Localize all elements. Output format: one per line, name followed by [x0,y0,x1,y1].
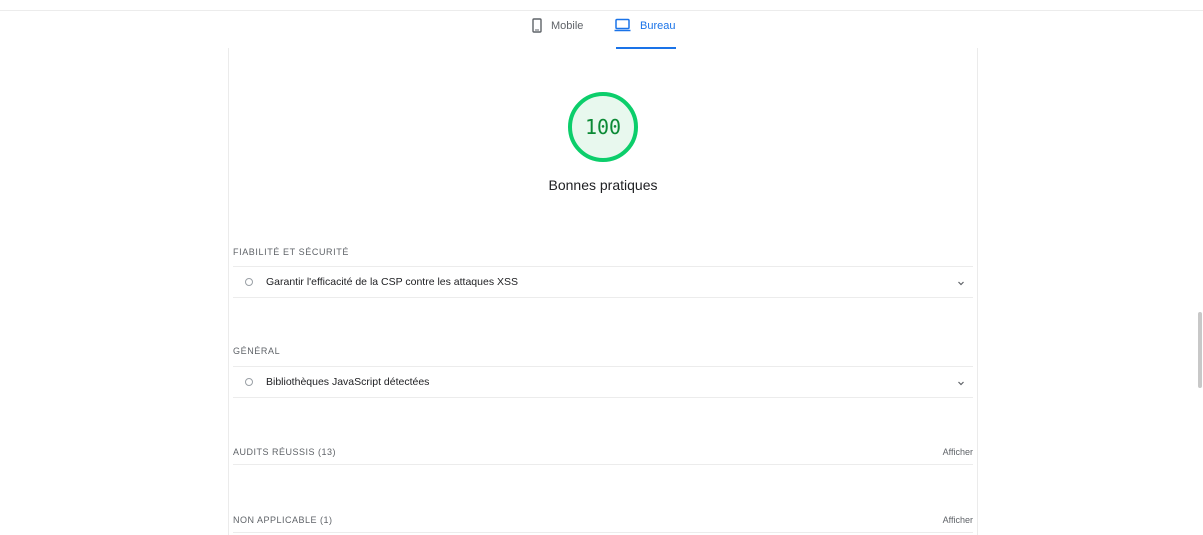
section-not-applicable: NON APPLICABLE (1) Afficher [233,513,973,533]
audit-status-icon [245,378,253,386]
audit-row-csp[interactable]: Garantir l'efficacité de la CSP contre l… [233,266,973,298]
tab-mobile[interactable]: Mobile [532,18,583,52]
top-divider [0,10,1203,11]
report-card: 100 Bonnes pratiques FIABILITÉ ET SÉCURI… [228,48,978,535]
score-value: 100 [584,115,622,139]
audit-row-js-libraries[interactable]: Bibliothèques JavaScript détectées [233,366,973,398]
show-passed-audits-link[interactable]: Afficher [943,447,973,457]
device-tabs: Mobile Bureau [0,18,1203,52]
smartphone-icon [532,18,542,36]
tab-desktop-label: Bureau [640,20,676,32]
chevron-down-icon[interactable] [955,276,967,288]
audit-label: Bibliothèques JavaScript détectées [266,376,430,388]
score-gauge: 100 [566,90,640,164]
audit-status-icon [245,278,253,286]
laptop-icon [614,18,631,35]
section-label: AUDITS RÉUSSIS (13) [233,447,337,457]
scrollbar-thumb[interactable] [1198,312,1202,388]
score-title: Bonnes pratiques [548,177,658,193]
audit-label: Garantir l'efficacité de la CSP contre l… [266,276,518,288]
show-not-applicable-link[interactable]: Afficher [943,515,973,525]
tab-mobile-label: Mobile [551,20,584,32]
group-title-reliability: FIABILITÉ ET SÉCURITÉ [233,247,349,257]
section-passed-audits: AUDITS RÉUSSIS (13) Afficher [233,445,973,465]
section-label: NON APPLICABLE (1) [233,515,333,525]
group-title-general: GÉNÉRAL [233,346,281,356]
chevron-down-icon[interactable] [955,376,967,388]
